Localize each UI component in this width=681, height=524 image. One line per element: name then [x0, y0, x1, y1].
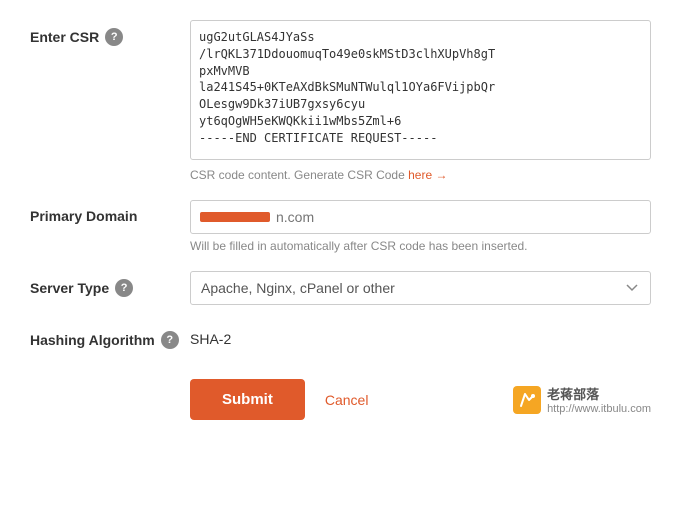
form-container: Enter CSR ? ugG2utGLAS4JYaSs /lrQKL371Dd… [0, 0, 681, 450]
domain-blur-overlay [200, 212, 270, 222]
primary-domain-hint: Will be filled in automatically after CS… [190, 239, 651, 253]
hashing-algorithm-label-col: Hashing Algorithm ? [30, 323, 190, 349]
enter-csr-help-icon[interactable]: ? [105, 28, 123, 46]
watermark-site-url: http://www.itbulu.com [547, 403, 651, 415]
watermark-site-name: 老蒋部落 [547, 384, 651, 403]
watermark: 老蒋部落 http://www.itbulu.com [513, 384, 651, 415]
hashing-algorithm-row: Hashing Algorithm ? SHA-2 [30, 323, 651, 349]
watermark-text-block: 老蒋部落 http://www.itbulu.com [547, 384, 651, 415]
primary-domain-label: Primary Domain [30, 208, 137, 224]
enter-csr-label: Enter CSR [30, 29, 99, 45]
hashing-algorithm-value: SHA-2 [190, 323, 651, 347]
cancel-link[interactable]: Cancel [325, 392, 369, 408]
primary-domain-row: Primary Domain Will be filled in automat… [30, 200, 651, 253]
server-type-content: Apache, Nginx, cPanel or other IIS Other [190, 271, 651, 305]
hashing-algorithm-content: SHA-2 [190, 323, 651, 347]
server-type-help-icon[interactable]: ? [115, 279, 133, 297]
server-type-label-col: Server Type ? [30, 271, 190, 297]
enter-csr-content: ugG2utGLAS4JYaSs /lrQKL371DdouomuqTo49e0… [190, 20, 651, 182]
server-type-select[interactable]: Apache, Nginx, cPanel or other IIS Other [190, 271, 651, 305]
submit-button[interactable]: Submit [190, 379, 305, 420]
csr-hint: CSR code content. Generate CSR Code here… [190, 168, 651, 182]
csr-hint-link[interactable]: here → [408, 168, 447, 182]
primary-domain-content: Will be filled in automatically after CS… [190, 200, 651, 253]
domain-input-wrapper [190, 200, 651, 234]
csr-textarea[interactable]: ugG2utGLAS4JYaSs /lrQKL371DdouomuqTo49e0… [190, 20, 651, 160]
primary-domain-label-col: Primary Domain [30, 200, 190, 224]
enter-csr-row: Enter CSR ? ugG2utGLAS4JYaSs /lrQKL371Dd… [30, 20, 651, 182]
server-type-row: Server Type ? Apache, Nginx, cPanel or o… [30, 271, 651, 305]
server-type-label: Server Type [30, 280, 109, 296]
enter-csr-label-col: Enter CSR ? [30, 20, 190, 46]
watermark-icon [513, 386, 541, 414]
hashing-algorithm-help-icon[interactable]: ? [161, 331, 179, 349]
form-actions: Submit Cancel 老蒋部落 http://www.itbulu.com [190, 379, 651, 420]
hashing-algorithm-label: Hashing Algorithm [30, 332, 155, 348]
